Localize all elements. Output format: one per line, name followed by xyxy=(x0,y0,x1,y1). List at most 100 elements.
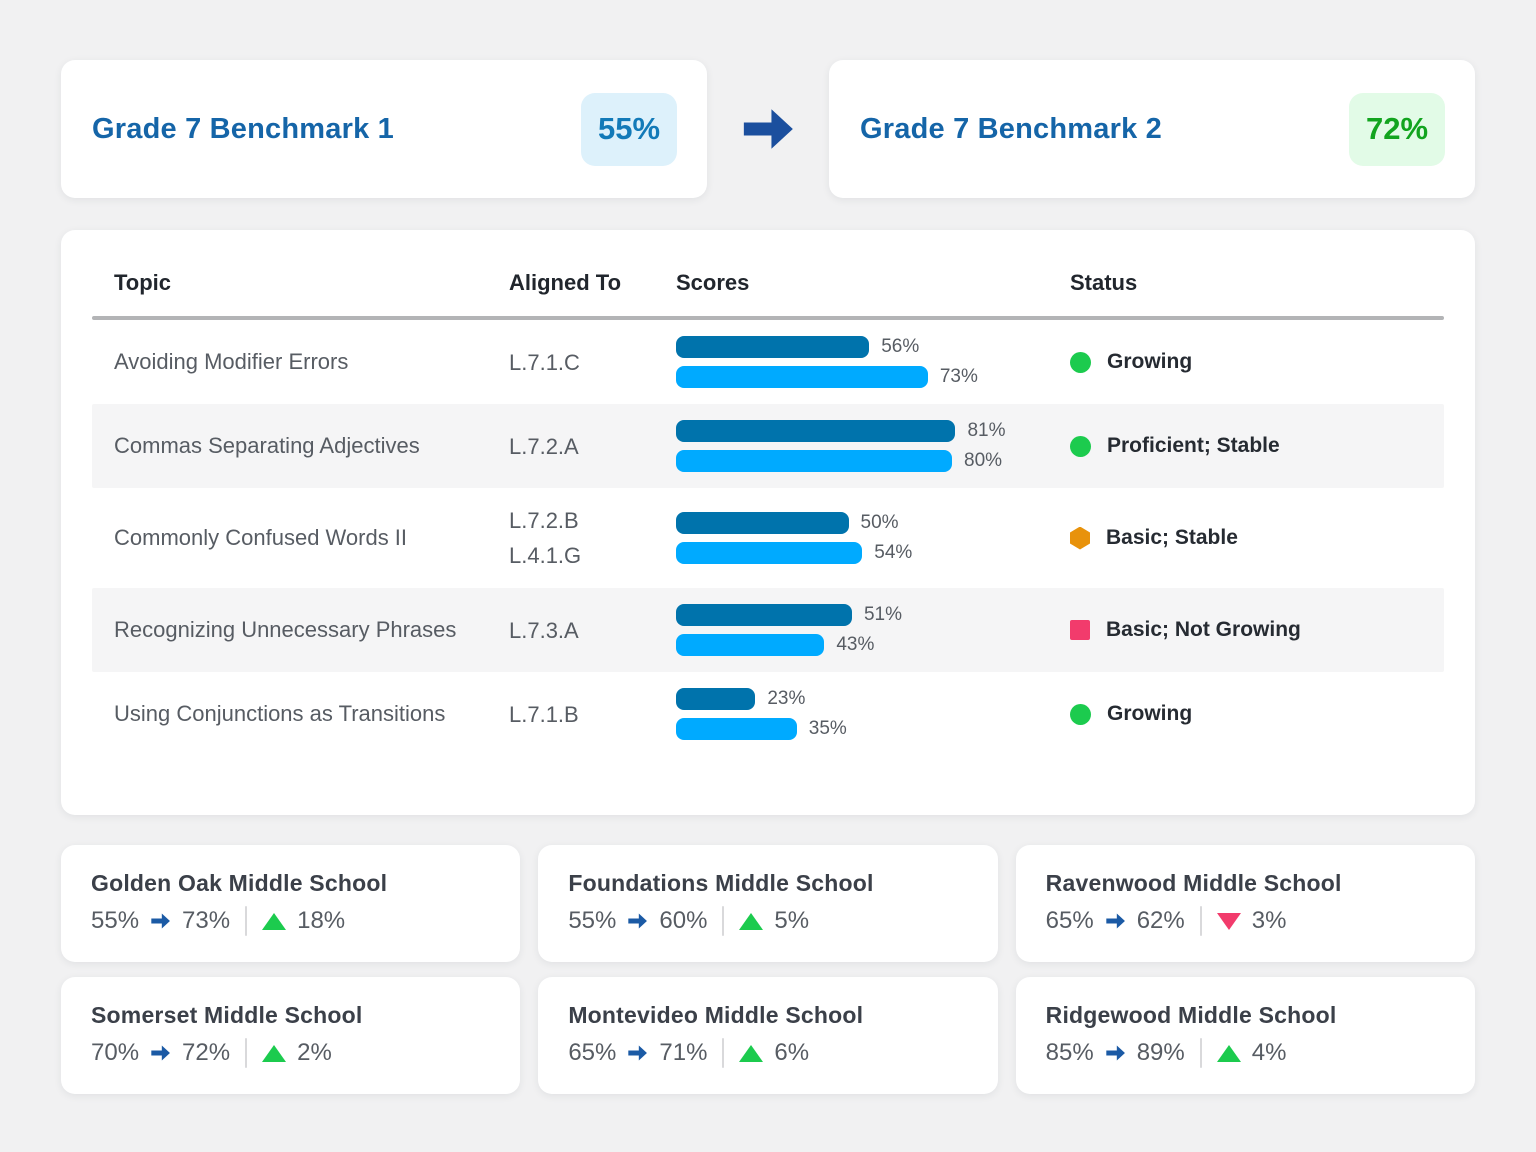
benchmark1-bar-line: 56% xyxy=(676,336,1070,358)
benchmark1-value: 51% xyxy=(863,604,902,625)
school-card: Ridgewood Middle School 85% 89% 4% xyxy=(1015,977,1475,1094)
benchmark1-bar xyxy=(676,604,852,626)
score-bars: 50% 54% xyxy=(676,512,1070,564)
topic-label: Avoiding Modifier Errors xyxy=(114,349,349,374)
school-benchmark1-score: 55% xyxy=(91,907,140,934)
school-delta-value: 2% xyxy=(297,1039,332,1066)
arrow-right-icon xyxy=(1105,912,1126,930)
arrow-right-icon xyxy=(627,912,648,930)
table-row: Commas Separating Adjectives L.7.2.A 81%… xyxy=(92,404,1444,488)
benchmark-arrow-gap xyxy=(707,60,829,198)
school-stats: 65% 62% 3% xyxy=(1046,906,1445,936)
benchmark2-bar-line: 73% xyxy=(676,366,1070,388)
school-stats: 55% 60% 5% xyxy=(568,906,967,936)
benchmark1-value: 50% xyxy=(860,512,899,533)
benchmark-1-card: Grade 7 Benchmark 1 55% xyxy=(61,60,707,198)
table-header-row: Topic Aligned To Scores Status xyxy=(92,256,1444,316)
topic-label: Using Conjunctions as Transitions xyxy=(114,701,446,726)
standard-code: L.4.1.G xyxy=(509,543,582,568)
school-benchmark2-score: 60% xyxy=(659,907,708,934)
arrow-right-icon xyxy=(739,106,797,152)
benchmark2-value: 35% xyxy=(808,718,847,739)
aligned-standards: L.7.2.B L.4.1.G xyxy=(509,503,676,573)
arrow-right-icon xyxy=(150,912,171,930)
benchmark2-bar-line: 80% xyxy=(676,450,1070,472)
school-card: Golden Oak Middle School 55% 73% 18% xyxy=(61,845,521,962)
trend-up-triangle-icon xyxy=(1216,1044,1241,1062)
column-header-aligned: Aligned To xyxy=(509,270,622,295)
status-cell: Proficient; Stable xyxy=(1070,434,1444,458)
status-hexagon-icon xyxy=(1070,526,1090,550)
school-name: Golden Oak Middle School xyxy=(91,870,388,896)
trend-down-triangle-icon xyxy=(1216,912,1241,930)
school-benchmark1-score: 70% xyxy=(91,1039,140,1066)
benchmark2-value: 43% xyxy=(836,634,875,655)
dashboard-page: Grade 7 Benchmark 1 55% Grade 7 Benchmar… xyxy=(0,0,1536,1152)
status-circle-icon xyxy=(1070,351,1091,373)
standard-code: L.7.1.B xyxy=(509,701,579,727)
aligned-standards: L.7.2.A xyxy=(509,429,676,464)
topic-label: Commonly Confused Words II xyxy=(114,525,408,550)
school-benchmark1-score: 65% xyxy=(568,1039,617,1066)
standard-code: L.7.2.A xyxy=(509,433,579,459)
standard-code: L.7.2.B xyxy=(509,508,579,533)
benchmark2-bar xyxy=(676,542,863,564)
topic-label: Commas Separating Adjectives xyxy=(114,433,420,458)
status-label: Basic; Not Growing xyxy=(1106,618,1301,641)
benchmark-2-card: Grade 7 Benchmark 2 72% xyxy=(829,60,1475,198)
aligned-standards: L.7.3.A xyxy=(509,613,676,648)
benchmark-2-score-badge: 72% xyxy=(1349,92,1445,166)
trend-up-triangle-icon xyxy=(262,912,287,930)
benchmark2-bar-line: 54% xyxy=(676,542,1070,564)
stat-divider xyxy=(1199,1038,1202,1068)
benchmark-2-title: Grade 7 Benchmark 2 xyxy=(860,112,1162,145)
benchmark1-value: 81% xyxy=(967,420,1006,441)
school-name: Ravenwood Middle School xyxy=(1045,870,1342,896)
trend-up-triangle-icon xyxy=(739,912,764,930)
table-row: Commonly Confused Words II L.7.2.B L.4.1.… xyxy=(92,488,1444,588)
benchmark1-bar-line: 50% xyxy=(676,512,1070,534)
stat-divider xyxy=(245,906,248,936)
status-label: Growing xyxy=(1107,350,1193,373)
topic-rows: Avoiding Modifier Errors L.7.1.C 56% 73%… xyxy=(92,320,1444,756)
school-stats: 70% 72% 2% xyxy=(91,1038,490,1068)
benchmark1-bar-line: 81% xyxy=(676,420,1070,442)
status-label: Growing xyxy=(1107,702,1193,725)
benchmark-comparison: Grade 7 Benchmark 1 55% Grade 7 Benchmar… xyxy=(61,60,1475,198)
school-card: Ravenwood Middle School 65% 62% 3% xyxy=(1015,845,1475,962)
table-row: Avoiding Modifier Errors L.7.1.C 56% 73%… xyxy=(92,320,1444,404)
stat-divider xyxy=(722,906,725,936)
school-card: Montevideo Middle School 65% 71% 6% xyxy=(538,977,998,1094)
school-stats: 55% 73% 18% xyxy=(91,906,490,936)
school-benchmark1-score: 85% xyxy=(1045,1039,1094,1066)
school-delta-value: 4% xyxy=(1251,1039,1287,1066)
status-circle-icon xyxy=(1070,703,1091,725)
standard-code: L.7.1.C xyxy=(509,349,580,375)
arrow-right-icon xyxy=(150,1044,171,1062)
score-bars: 51% 43% xyxy=(676,604,1070,656)
status-cell: Basic; Not Growing xyxy=(1070,618,1444,642)
status-label: Proficient; Stable xyxy=(1107,434,1280,457)
school-delta-value: 6% xyxy=(774,1039,810,1066)
benchmark2-bar xyxy=(676,450,952,472)
benchmark1-value: 56% xyxy=(881,336,920,357)
trend-up-triangle-icon xyxy=(739,1044,764,1062)
benchmark2-value: 73% xyxy=(939,366,978,387)
table-row: Using Conjunctions as Transitions L.7.1.… xyxy=(92,672,1444,756)
arrow-right-icon xyxy=(1105,1044,1126,1062)
benchmark-1-title: Grade 7 Benchmark 1 xyxy=(92,112,394,145)
score-bars: 56% 73% xyxy=(676,336,1070,388)
school-benchmark2-score: 89% xyxy=(1136,1039,1185,1066)
school-name: Ridgewood Middle School xyxy=(1045,1002,1337,1028)
school-name: Foundations Middle School xyxy=(568,870,874,896)
school-benchmark2-score: 71% xyxy=(659,1039,708,1066)
trend-up-triangle-icon xyxy=(262,1044,287,1062)
benchmark-1-score-badge: 55% xyxy=(581,92,677,166)
benchmark1-bar-line: 51% xyxy=(676,604,1070,626)
stat-divider xyxy=(722,1038,725,1068)
school-card: Foundations Middle School 55% 60% 5% xyxy=(538,845,998,962)
school-delta-value: 5% xyxy=(774,907,810,934)
score-bars: 23% 35% xyxy=(676,688,1070,740)
topics-table: Topic Aligned To Scores Status Avoiding … xyxy=(61,230,1475,815)
benchmark2-bar-line: 43% xyxy=(676,634,1070,656)
